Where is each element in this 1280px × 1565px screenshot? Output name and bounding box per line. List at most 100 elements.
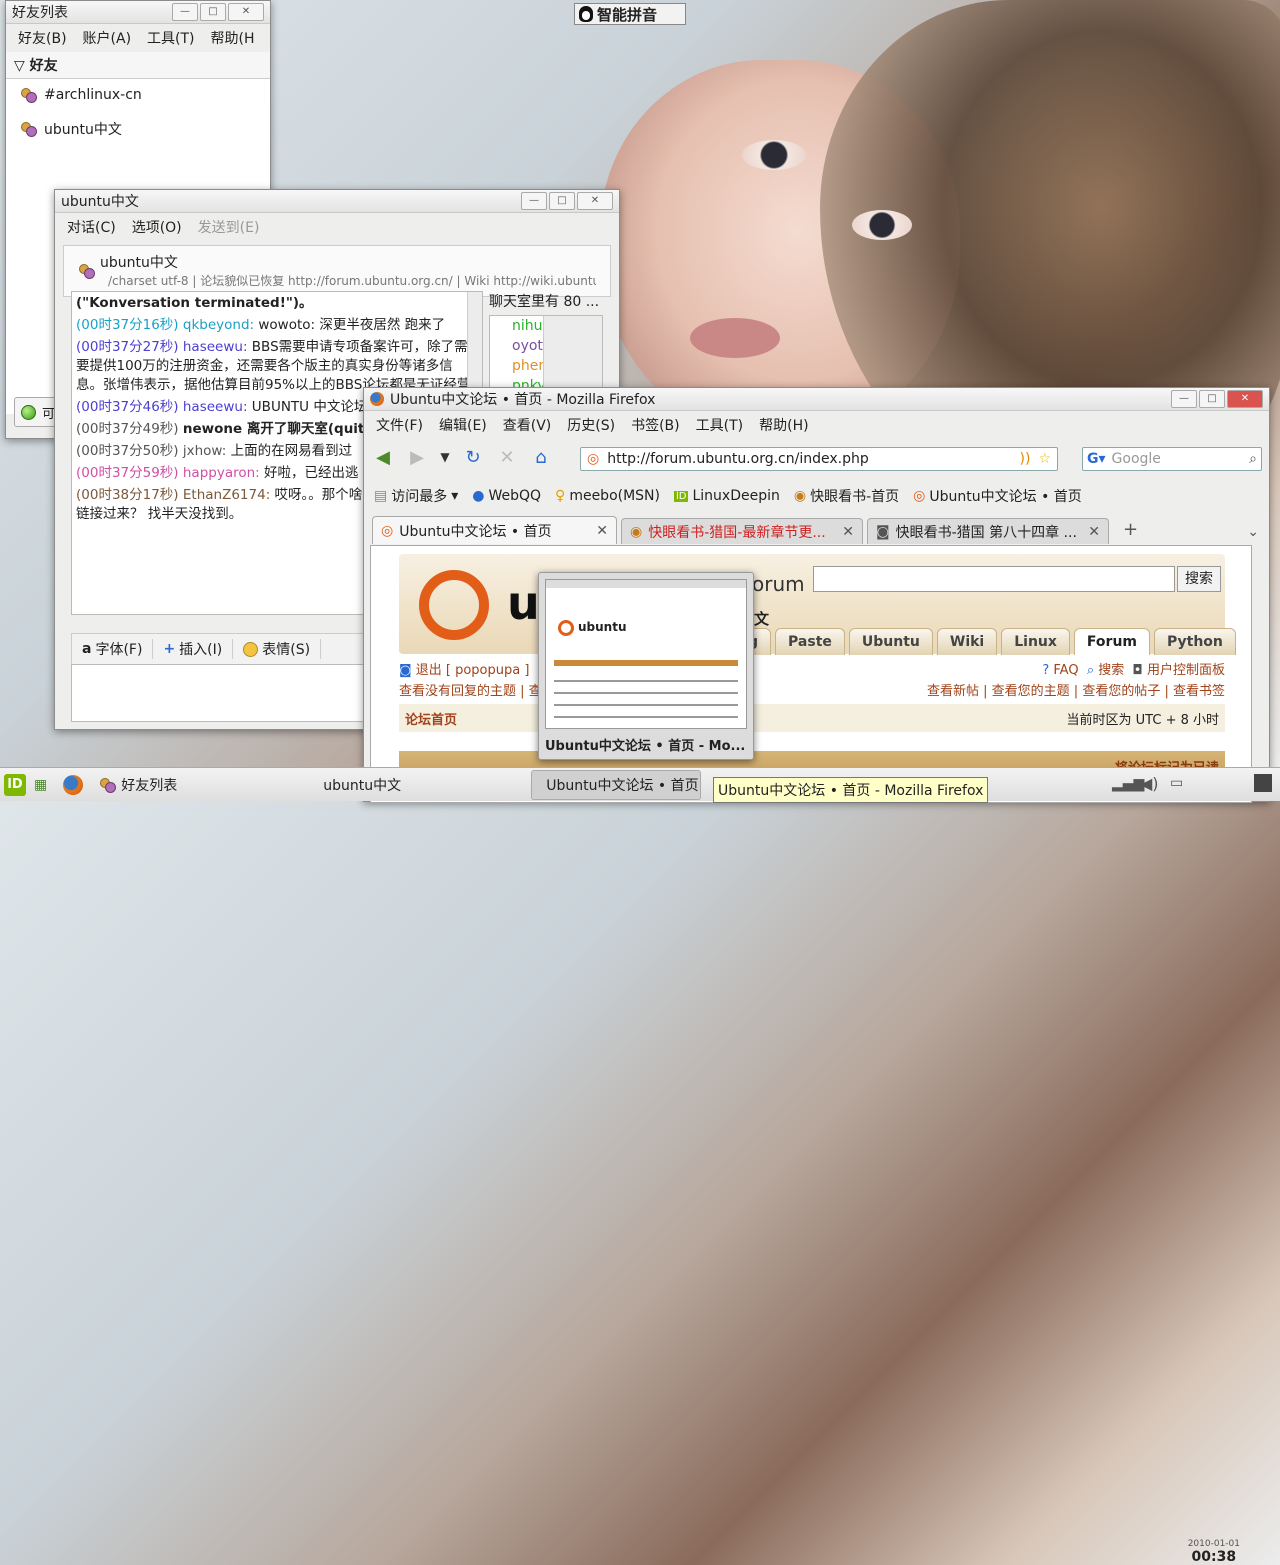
page-content[interactable]: ubuntu forum 搜索 中文 g Paste Ubuntu Wiki L… [370, 545, 1252, 803]
preview-row [554, 704, 738, 706]
forum-search-input[interactable] [813, 566, 1175, 592]
forward-arrow-icon[interactable]: ▶ [404, 444, 430, 470]
bookmark-linuxdeepin[interactable]: lD LinuxDeepin [674, 488, 780, 504]
trash-icon[interactable] [1254, 774, 1272, 792]
your-posts-link[interactable]: 查看您的帖子 [1082, 684, 1160, 699]
minimize-button[interactable]: — [521, 192, 547, 210]
search-icon[interactable]: ⌕ [1249, 451, 1261, 467]
google-icon[interactable]: G▾ [1087, 451, 1106, 467]
menu-friends[interactable]: 好友(B) [10, 28, 75, 48]
maximize-button[interactable]: □ [549, 192, 575, 210]
firefox-window[interactable]: Ubuntu中文论坛 • 首页 - Mozilla Firefox — □ ✕ … [363, 387, 1270, 803]
unanswered-link[interactable]: 查看没有回复的主题 [399, 684, 516, 699]
bookmark-most-visited[interactable]: ▤ 访问最多 ▾ [374, 486, 458, 506]
smiley-button[interactable]: 表情(S) [233, 639, 322, 659]
menu-tools[interactable]: 工具(T) [688, 415, 751, 435]
search-bar[interactable]: G▾ Google ⌕ [1082, 447, 1262, 471]
volume-icon[interactable]: ◀) [1140, 774, 1159, 793]
logout-link[interactable]: ◙ 退出 [ popopupa ] [399, 659, 529, 678]
breadcrumb[interactable]: 论坛首页 [405, 709, 457, 728]
tab-kuaiyan-latest[interactable]: ◉ 快眼看书-猎国-最新章节更... ✕ [621, 518, 863, 544]
forum-search-button[interactable]: 搜索 [1177, 566, 1221, 592]
bookmark-meebo[interactable]: ♀ meebo(MSN) [555, 488, 660, 504]
your-topics-link[interactable]: 查看您的主题 [992, 684, 1070, 699]
chat-menubar: 对话(C) 选项(O) 发送到(E) [55, 213, 619, 241]
stop-icon[interactable]: ✕ [494, 444, 520, 470]
drive-icon[interactable]: ▭ [1170, 775, 1183, 791]
reload-icon[interactable]: ↻ [460, 444, 486, 470]
history-dropdown-icon[interactable]: ▼ [438, 444, 452, 470]
forum-nav-tab[interactable]: Linux [1001, 628, 1070, 655]
close-button[interactable]: ✕ [577, 192, 613, 210]
friends-group-header[interactable]: ▽ 好友 [6, 52, 270, 79]
list-item[interactable]: ubuntu中文 [6, 111, 270, 147]
minimize-button[interactable]: — [1171, 390, 1197, 408]
back-arrow-icon[interactable]: ◀ [370, 444, 396, 470]
close-button[interactable]: ✕ [1227, 390, 1263, 408]
bookmarks-link[interactable]: 查看书签 [1173, 684, 1225, 699]
maximize-button[interactable]: □ [200, 3, 226, 21]
firefox-titlebar[interactable]: Ubuntu中文论坛 • 首页 - Mozilla Firefox — □ ✕ [364, 388, 1269, 411]
show-desktop-button[interactable]: ▦ [26, 770, 55, 800]
menu-send-to[interactable]: 发送到(E) [190, 217, 268, 237]
font-button[interactable]: a 字体(F) [72, 639, 154, 659]
menu-bookmarks[interactable]: 书签(B) [623, 415, 688, 435]
home-icon[interactable]: ⌂ [528, 444, 554, 470]
menu-history[interactable]: 历史(S) [559, 415, 623, 435]
taskbar-item-chat[interactable]: ubuntu中文 [315, 770, 531, 800]
start-menu-icon[interactable]: lD [4, 773, 26, 796]
list-item[interactable]: #archlinux-cn [6, 79, 270, 111]
menu-edit[interactable]: 编辑(E) [431, 415, 495, 435]
rss-icon[interactable]: )) [1020, 451, 1031, 467]
close-tab-icon[interactable]: ✕ [1088, 524, 1100, 540]
taskbar-item-friends[interactable]: 好友列表 [91, 770, 315, 800]
ime-toolbar[interactable]: 智能拼音 [574, 3, 686, 25]
forum-nav-tab[interactable]: Python [1154, 628, 1236, 655]
message-meta: (00时38分17秒) EthanZ6174: [76, 487, 270, 503]
menu-help[interactable]: 帮助(H [203, 28, 263, 48]
wallpaper-lips [690, 318, 780, 358]
menu-account[interactable]: 账户(A) [75, 28, 140, 48]
close-tab-icon[interactable]: ✕ [596, 523, 608, 539]
list-tabs-icon[interactable]: ⌄ [1237, 524, 1269, 544]
new-tab-icon[interactable]: + [1113, 519, 1148, 544]
bookmark-ubuntu-forum[interactable]: ◎ Ubuntu中文论坛 • 首页 [913, 486, 1082, 506]
new-posts-link[interactable]: 查看新帖 [927, 684, 979, 699]
firefox-launcher[interactable] [55, 770, 91, 800]
forum-nav-tab-active[interactable]: Forum [1073, 628, 1150, 655]
menu-file[interactable]: 文件(F) [368, 415, 431, 435]
close-button[interactable]: ✕ [228, 3, 264, 21]
ucp-link[interactable]: ◘ 用户控制面板 [1133, 663, 1225, 678]
minimize-button[interactable]: — [172, 3, 198, 21]
faq-link[interactable]: ? FAQ [1042, 663, 1078, 678]
bookmark-star-icon[interactable]: ☆ [1038, 451, 1057, 467]
friends-titlebar[interactable]: 好友列表 — □ ✕ [6, 1, 270, 24]
url-bar[interactable]: ◎ http://forum.ubuntu.org.cn/index.php )… [580, 447, 1058, 471]
menu-tools[interactable]: 工具(T) [139, 28, 202, 48]
bookmark-webqq[interactable]: ● WebQQ [472, 488, 541, 504]
chat-titlebar[interactable]: ubuntu中文 — □ ✕ [55, 190, 619, 213]
bookmark-label: 访问最多 [391, 489, 448, 505]
window-preview-popup[interactable]: ubuntu Ubuntu中文论坛 • 首页 - Mo... [538, 572, 754, 760]
menu-view[interactable]: 查看(V) [495, 415, 560, 435]
right-links: 查看新帖 | 查看您的主题 | 查看您的帖子 | 查看书签 [926, 684, 1225, 699]
clock[interactable]: 2010-01-01 00:38 [1188, 1539, 1240, 1565]
chat-message: ("Konversation terminated!")。 [76, 294, 478, 313]
menu-options[interactable]: 选项(O) [124, 217, 190, 237]
forum-nav-tab[interactable]: Wiki [936, 628, 998, 655]
forum-nav-tab[interactable]: Paste [775, 628, 845, 655]
message-nick: haseewu: [182, 339, 248, 355]
taskbar-item-firefox[interactable]: Ubuntu中文论坛 • 首页 [531, 769, 702, 800]
search-link[interactable]: ⌕ 搜索 [1087, 663, 1124, 678]
insert-button[interactable]: + 插入(I) [153, 639, 234, 659]
menu-conversation[interactable]: 对话(C) [59, 217, 124, 237]
tab-ubuntu-forum[interactable]: ◎ Ubuntu中文论坛 • 首页 ✕ [372, 516, 617, 544]
forum-nav-tab[interactable]: Ubuntu [848, 628, 933, 655]
tab-kuaiyan-chapter[interactable]: ◙ 快眼看书-猎国 第八十四章 ... ✕ [867, 518, 1109, 544]
globe-icon: ● [472, 488, 485, 504]
menu-help[interactable]: 帮助(H) [751, 415, 816, 435]
close-tab-icon[interactable]: ✕ [842, 524, 854, 540]
maximize-button[interactable]: □ [1199, 390, 1225, 408]
bookmark-kuaiyan[interactable]: ◉ 快眼看书-首页 [794, 486, 899, 506]
preview-row [554, 716, 738, 718]
